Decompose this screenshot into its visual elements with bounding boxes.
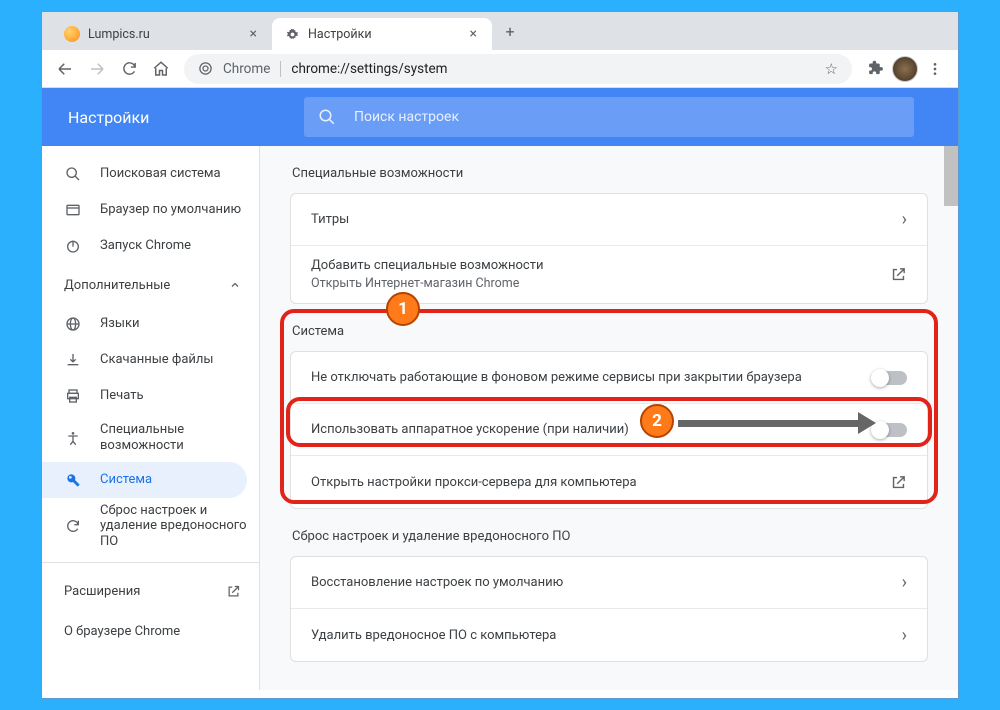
tab-settings[interactable]: Настройки ×	[272, 18, 492, 50]
row-label: Добавить специальные возможности	[311, 258, 890, 273]
menu-button[interactable]	[920, 54, 950, 84]
sidebar-item-extensions[interactable]: Расширения	[42, 571, 259, 611]
toggle-background-apps[interactable]	[873, 371, 907, 385]
sidebar-item-label: Система	[100, 472, 247, 488]
row-sublabel: Открыть Интернет-магазин Chrome	[311, 276, 890, 291]
scrollbar-thumb[interactable]	[944, 146, 958, 206]
download-icon	[64, 352, 82, 368]
sidebar-item-system[interactable]: Система	[42, 462, 247, 498]
tab-close-icon[interactable]: ×	[247, 26, 260, 42]
sidebar-item-label: Сброс настроек и удаление вредоносного П…	[100, 503, 259, 550]
sidebar-item-label: Расширения	[64, 584, 140, 599]
row-add-accessibility[interactable]: Добавить специальные возможности Открыть…	[291, 246, 927, 303]
browser-window: Lumpics.ru × Настройки × + Chrome chrome…	[41, 11, 959, 699]
sidebar-section-label: Дополнительные	[64, 278, 170, 293]
settings-header: Настройки Поиск настроек	[42, 88, 958, 146]
toolbar: Chrome chrome://settings/system ☆	[42, 50, 958, 88]
row-proxy-settings[interactable]: Открыть настройки прокси-сервера для ком…	[291, 456, 927, 508]
row-label: Не отключать работающие в фоновом режиме…	[311, 370, 873, 385]
search-placeholder: Поиск настроек	[354, 109, 459, 125]
browser-icon	[64, 202, 82, 218]
url-path: chrome://settings/system	[291, 61, 447, 77]
sidebar-item-default-browser[interactable]: Браузер по умолчанию	[42, 192, 259, 228]
toggle-hardware-acceleration[interactable]	[873, 423, 907, 437]
sidebar-item-startup[interactable]: Запуск Chrome	[42, 228, 259, 264]
tab-title: Настройки	[308, 27, 372, 42]
row-label: Открыть настройки прокси-сервера для ком…	[311, 475, 890, 490]
reset-card: Восстановление настроек по умолчанию › У…	[290, 556, 928, 662]
wrench-icon	[64, 472, 82, 488]
bookmark-star-icon[interactable]: ☆	[825, 60, 838, 78]
printer-icon	[64, 388, 82, 404]
open-external-icon	[890, 474, 907, 491]
open-external-icon	[890, 266, 907, 283]
row-captions[interactable]: Титры ›	[291, 194, 927, 246]
sidebar-item-label: Специальные возможности	[100, 422, 259, 453]
row-cleanup[interactable]: Удалить вредоносное ПО с компьютера ›	[291, 609, 927, 661]
sidebar-section-advanced[interactable]: Дополнительные	[42, 264, 259, 306]
sidebar-item-languages[interactable]: Языки	[42, 306, 259, 342]
url-prefix: Chrome	[223, 61, 281, 77]
sidebar-item-search-engine[interactable]: Поисковая система	[42, 156, 259, 192]
tab-strip: Lumpics.ru × Настройки × +	[42, 12, 958, 50]
chevron-right-icon: ›	[902, 209, 907, 230]
favicon-lumpics-icon	[64, 26, 80, 42]
favicon-settings-icon	[284, 26, 300, 42]
sidebar-item-label: Браузер по умолчанию	[100, 202, 259, 218]
sidebar-item-downloads[interactable]: Скачанные файлы	[42, 342, 259, 378]
divider	[42, 562, 259, 563]
sidebar-item-label: Запуск Chrome	[100, 238, 259, 254]
sidebar-item-label: Печать	[100, 388, 259, 404]
main-area: Поисковая система Браузер по умолчанию З…	[42, 146, 958, 690]
sidebar-item-print[interactable]: Печать	[42, 378, 259, 414]
search-icon	[64, 166, 82, 182]
annotation-badge-1: 1	[386, 292, 420, 326]
home-button[interactable]	[146, 54, 176, 84]
power-icon	[64, 238, 82, 254]
accessibility-card: Титры › Добавить специальные возможности…	[290, 193, 928, 304]
tab-title: Lumpics.ru	[88, 27, 150, 42]
sidebar-item-about[interactable]: О браузере Chrome	[42, 611, 259, 651]
settings-title: Настройки	[42, 108, 304, 127]
chevron-up-icon	[229, 279, 241, 291]
reset-icon	[64, 518, 82, 534]
open-external-icon	[226, 584, 241, 599]
annotation-badge-2: 2	[640, 404, 674, 438]
sidebar-item-accessibility[interactable]: Специальные возможности	[42, 414, 259, 462]
address-bar[interactable]: Chrome chrome://settings/system ☆	[184, 54, 852, 84]
settings-content: Специальные возможности Титры › Добавить…	[260, 146, 958, 690]
row-label: Восстановление настроек по умолчанию	[311, 575, 902, 590]
row-background-apps[interactable]: Не отключать работающие в фоновом режиме…	[291, 352, 927, 404]
sidebar-item-label: Языки	[100, 316, 259, 332]
settings-sidebar: Поисковая система Браузер по умолчанию З…	[42, 146, 260, 690]
profile-avatar[interactable]	[892, 56, 918, 82]
sidebar-item-label: О браузере Chrome	[64, 624, 180, 639]
extensions-button[interactable]	[860, 54, 890, 84]
globe-icon	[64, 316, 82, 332]
sidebar-item-reset[interactable]: Сброс настроек и удаление вредоносного П…	[42, 498, 259, 554]
row-label: Удалить вредоносное ПО с компьютера	[311, 628, 902, 643]
chevron-right-icon: ›	[902, 572, 907, 593]
new-tab-button[interactable]: +	[496, 17, 524, 45]
section-heading-accessibility: Специальные возможности	[290, 146, 928, 193]
back-button[interactable]	[50, 54, 80, 84]
section-heading-reset: Сброс настроек и удаление вредоносного П…	[290, 509, 928, 556]
search-icon	[318, 108, 336, 126]
sidebar-item-label: Скачанные файлы	[100, 352, 259, 368]
annotation-arrow	[678, 412, 876, 434]
settings-search-input[interactable]: Поиск настроек	[304, 97, 914, 137]
forward-button[interactable]	[82, 54, 112, 84]
tab-close-icon[interactable]: ×	[467, 26, 480, 42]
chevron-right-icon: ›	[902, 625, 907, 646]
sidebar-item-label: Поисковая система	[100, 166, 259, 182]
accessibility-icon	[64, 430, 82, 446]
row-label: Титры	[311, 212, 902, 227]
reload-button[interactable]	[114, 54, 144, 84]
tab-lumpics[interactable]: Lumpics.ru ×	[52, 18, 272, 50]
row-restore-defaults[interactable]: Восстановление настроек по умолчанию ›	[291, 557, 927, 609]
